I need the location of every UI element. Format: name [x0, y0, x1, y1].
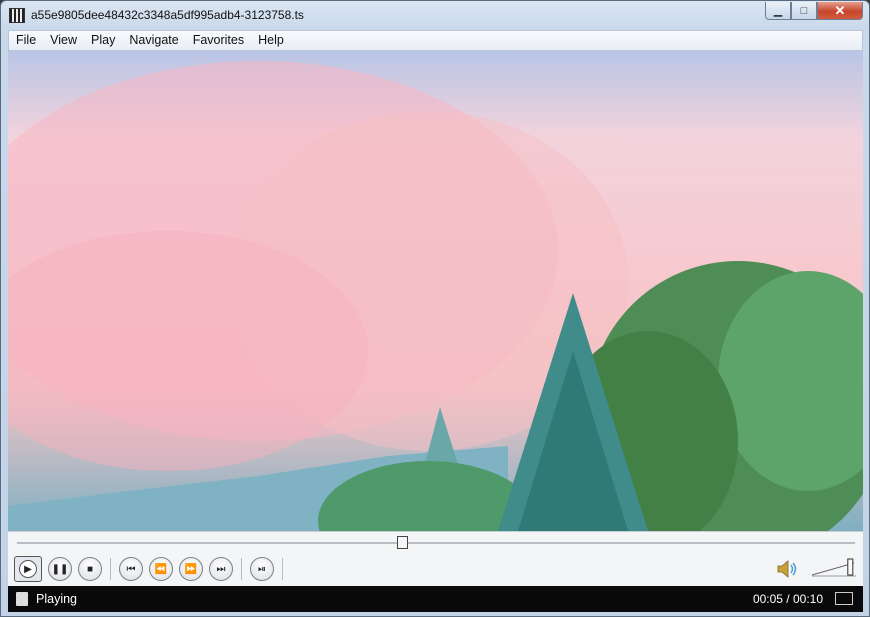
separator: [110, 558, 111, 580]
menu-navigate[interactable]: Navigate: [122, 31, 185, 50]
window-title: a55e9805dee48432c3348a5df995adb4-3123758…: [31, 8, 304, 22]
play-button[interactable]: ▶: [14, 556, 42, 582]
fast-forward-button[interactable]: ⏩: [179, 557, 203, 581]
minimize-button[interactable]: ▁: [765, 2, 791, 20]
menu-bar: File View Play Navigate Favorites Help: [8, 30, 863, 51]
app-film-icon[interactable]: [9, 8, 25, 23]
video-display[interactable]: [8, 51, 863, 531]
control-buttons: ▶ ❚❚ ■ ⏮ ⏪ ⏩ ⏭ ⏯: [11, 556, 288, 582]
menu-help[interactable]: Help: [251, 31, 291, 50]
separator: [241, 558, 242, 580]
aspect-ratio-icon[interactable]: [835, 592, 853, 605]
media-player-window: a55e9805dee48432c3348a5df995adb4-3123758…: [0, 0, 870, 617]
pause-button[interactable]: ❚❚: [48, 557, 72, 581]
time-display: 00:05 / 00:10: [752, 592, 823, 606]
volume-slider[interactable]: [810, 556, 858, 578]
playback-state: Playing: [36, 592, 77, 606]
rewind-button[interactable]: ⏪: [149, 557, 173, 581]
seek-handle[interactable]: [397, 536, 409, 549]
video-frame-image: [8, 61, 863, 531]
title-bar[interactable]: a55e9805dee48432c3348a5df995adb4-3123758…: [1, 1, 869, 30]
status-bar: Playing 00:05 / 00:10: [8, 586, 863, 612]
next-button[interactable]: ⏭: [209, 557, 233, 581]
maximize-button[interactable]: □: [791, 2, 817, 20]
volume-speaker-icon[interactable]: [777, 560, 799, 578]
menu-favorites[interactable]: Favorites: [186, 31, 251, 50]
close-button[interactable]: ✕: [817, 2, 863, 20]
separator: [282, 558, 283, 580]
previous-button[interactable]: ⏮: [119, 557, 143, 581]
seek-bar[interactable]: [17, 542, 855, 544]
stop-button[interactable]: ■: [78, 557, 102, 581]
menu-view[interactable]: View: [43, 31, 84, 50]
play-icon: ▶: [19, 560, 37, 578]
menu-play[interactable]: Play: [84, 31, 122, 50]
playback-controls: ▶ ❚❚ ■ ⏮ ⏪ ⏩ ⏭ ⏯: [8, 531, 863, 586]
menu-file[interactable]: File: [9, 31, 43, 50]
caption-buttons: ▁ □ ✕: [765, 2, 863, 20]
status-file-icon: [16, 592, 28, 606]
frame-step-button[interactable]: ⏯: [250, 557, 274, 581]
